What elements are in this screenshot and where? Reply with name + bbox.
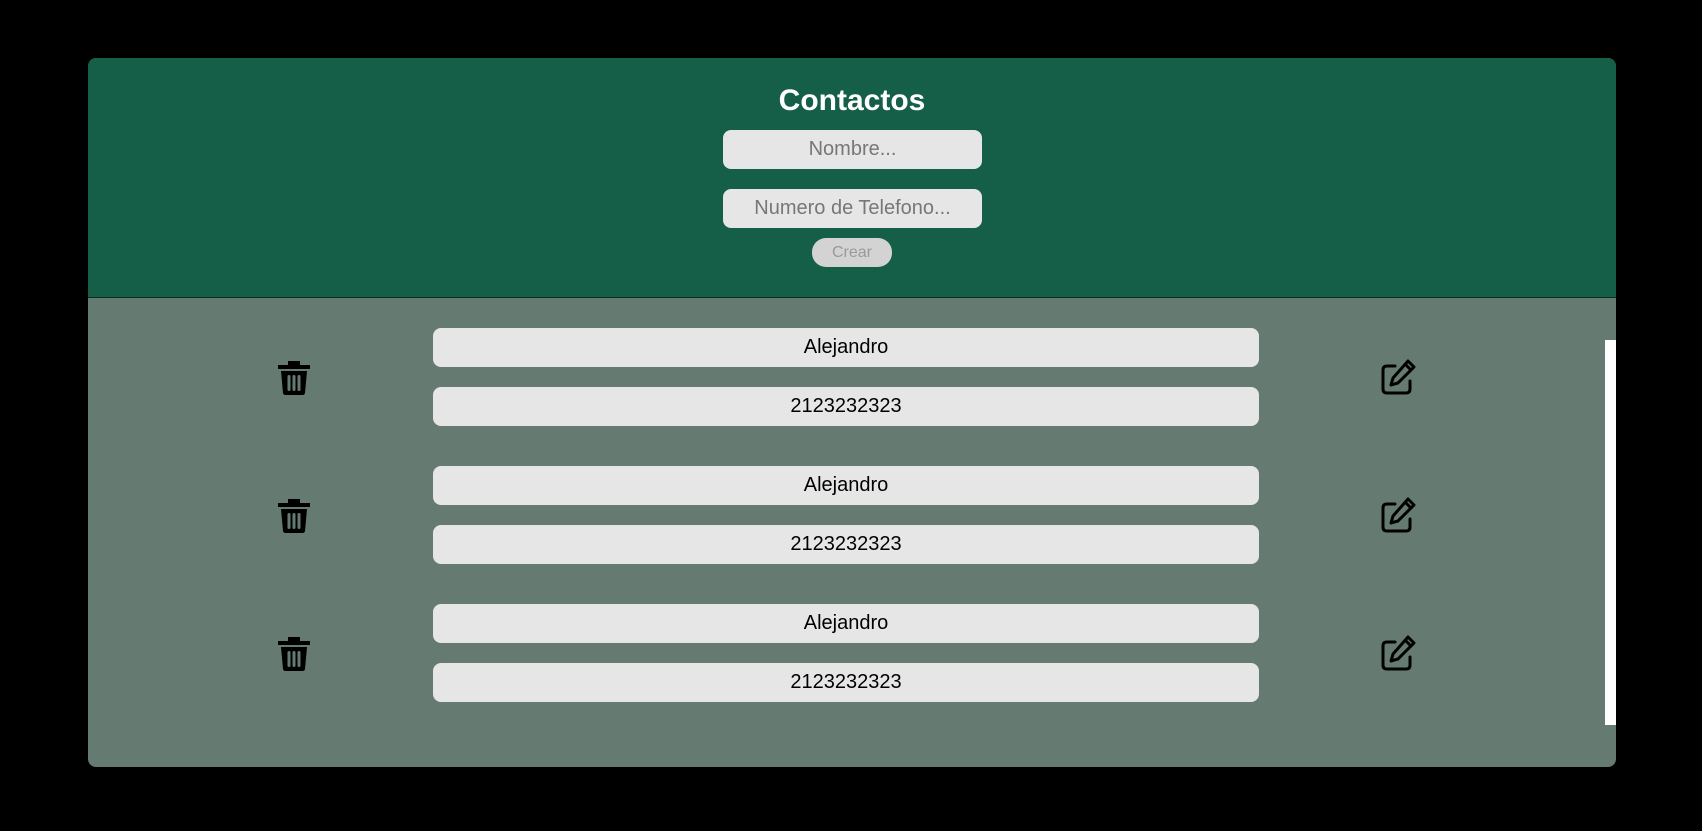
- edit-icon[interactable]: [1380, 358, 1416, 396]
- contact-name: Alejandro: [433, 466, 1259, 505]
- phone-input[interactable]: [723, 189, 982, 228]
- scrollbar[interactable]: [1605, 340, 1616, 725]
- contact-phone: 2123232323: [433, 387, 1259, 426]
- contact-phone: 2123232323: [433, 525, 1259, 564]
- edit-icon[interactable]: [1380, 634, 1416, 672]
- trash-icon[interactable]: [276, 358, 312, 396]
- contact-name: Alejandro: [433, 328, 1259, 367]
- edit-icon[interactable]: [1380, 496, 1416, 534]
- contact-row: Alejandro 2123232323: [88, 328, 1616, 426]
- contact-row: Alejandro 2123232323: [88, 604, 1616, 702]
- contacts-card: Contactos Crear Alejandro 2123232323 Ale…: [88, 58, 1616, 767]
- contact-row: Alejandro 2123232323: [88, 466, 1616, 564]
- name-input[interactable]: [723, 130, 982, 169]
- contact-phone: 2123232323: [433, 663, 1259, 702]
- trash-icon[interactable]: [276, 496, 312, 534]
- contact-name: Alejandro: [433, 604, 1259, 643]
- contacts-header: Contactos Crear: [88, 58, 1616, 298]
- trash-icon[interactable]: [276, 634, 312, 672]
- contact-list: Alejandro 2123232323 Alejandro 212323232…: [88, 298, 1616, 767]
- page-title: Contactos: [778, 84, 926, 117]
- create-button[interactable]: Crear: [812, 238, 892, 267]
